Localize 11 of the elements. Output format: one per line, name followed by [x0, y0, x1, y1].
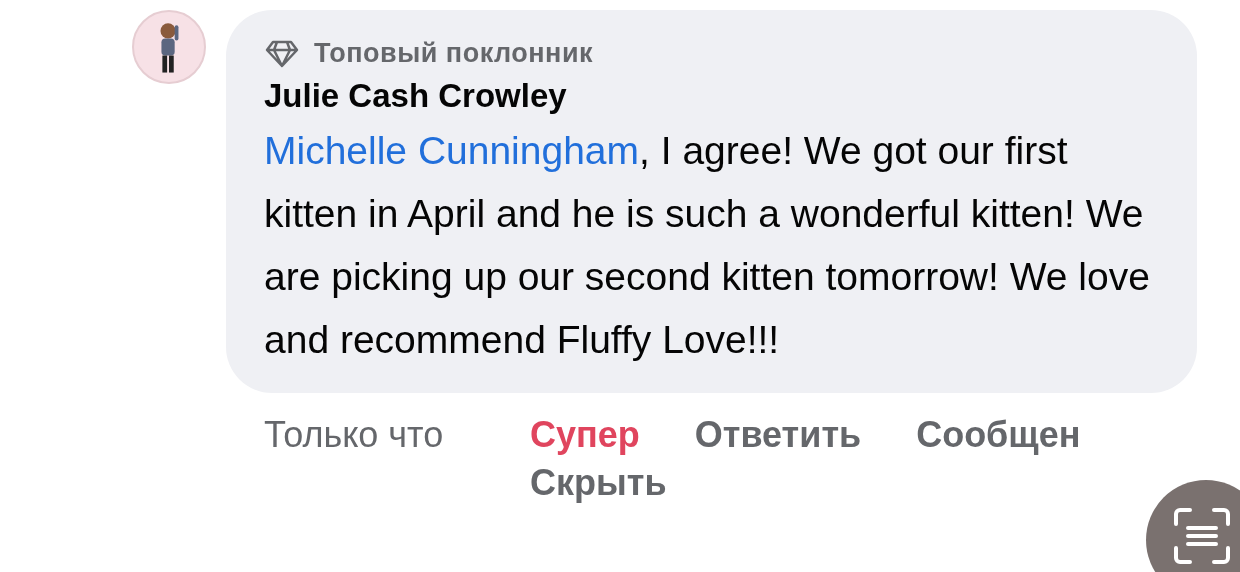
- action-link[interactable]: Ответить: [694, 411, 862, 459]
- comment-text: Michelle Cunningham, I agree! We got our first kitten in April and he is such a wonderful kitten! We are picking up our second kitten tomorrow! We love and recommend Fluffy Love!!!: [264, 128, 1151, 363]
- author-name[interactable]: Julie Cash Crowley: [264, 77, 567, 115]
- timestamp: Только что: [264, 413, 445, 457]
- mention-link[interactable]: Michelle Cunningham: [264, 129, 640, 172]
- scan-icon: [1172, 506, 1232, 566]
- action-link[interactable]: Сообщен: [916, 411, 1081, 459]
- diamond-icon: [264, 38, 300, 69]
- action-link[interactable]: Супер: [530, 411, 640, 459]
- badge-label: Топовый поклонник: [314, 38, 593, 69]
- action-link[interactable]: Скрыть: [530, 459, 667, 507]
